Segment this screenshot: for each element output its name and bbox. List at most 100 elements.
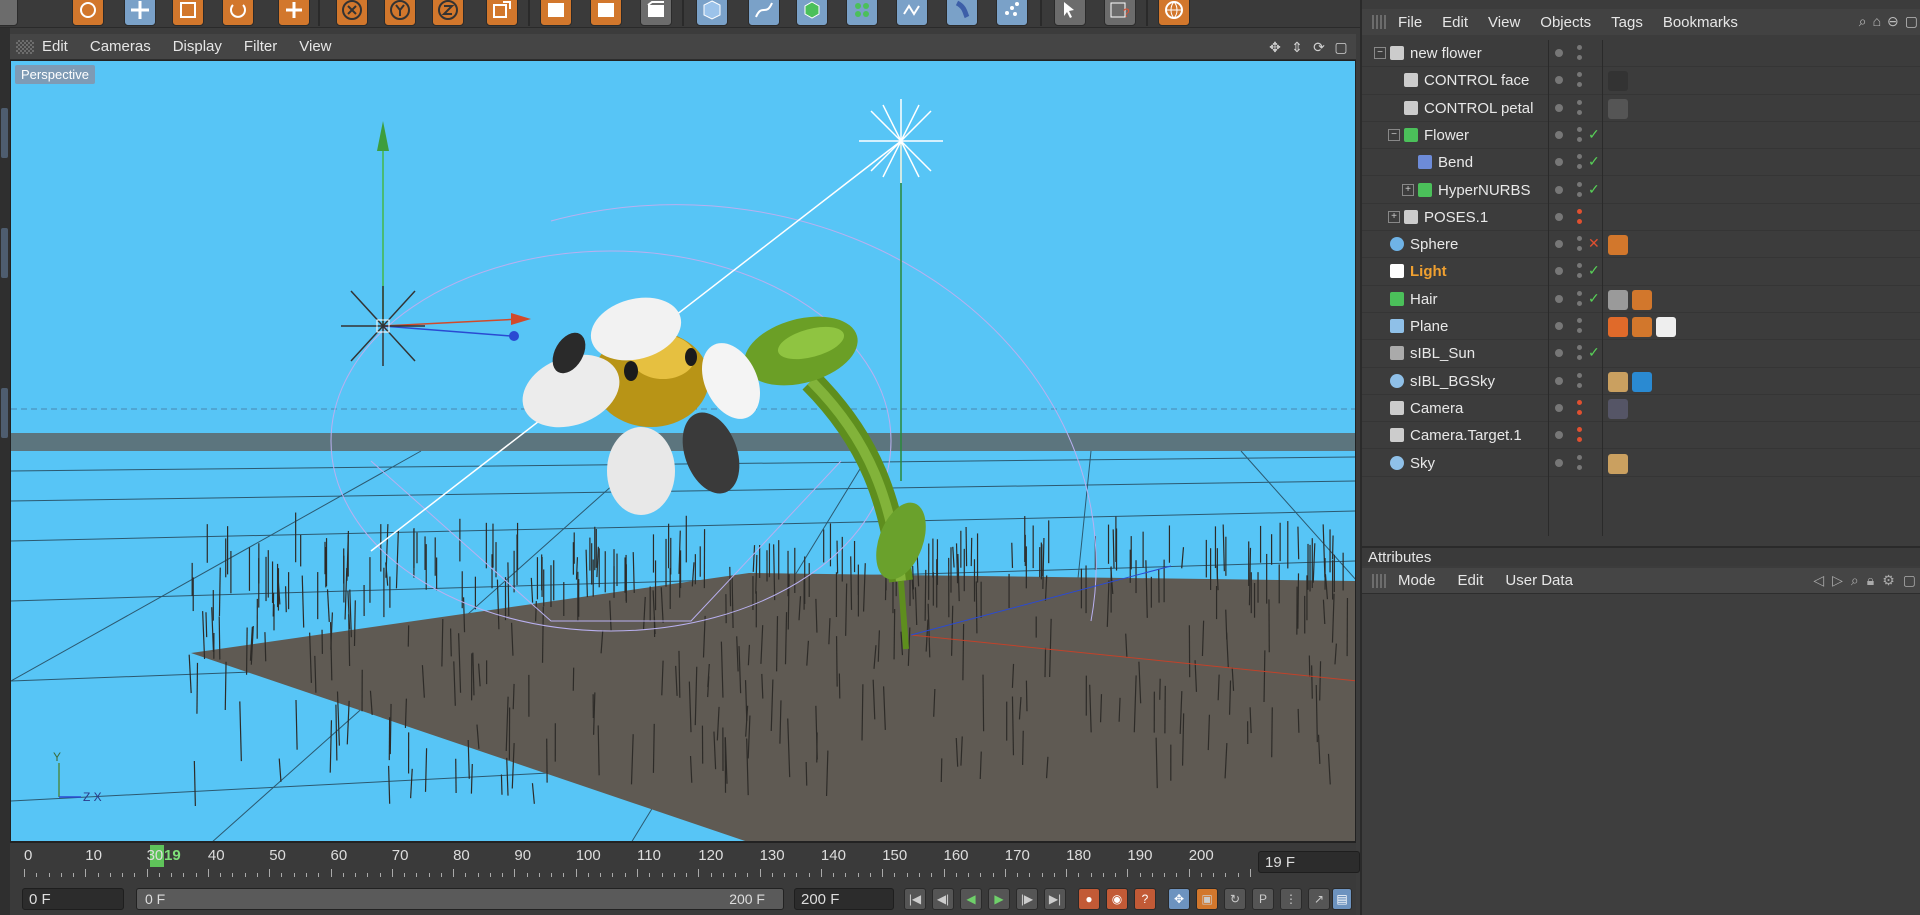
render-view-button[interactable] [540,0,572,26]
enabled-check-icon[interactable]: ✓ [1588,344,1600,361]
interpolation-button[interactable]: ↗ [1308,888,1330,910]
scale-button[interactable] [172,0,204,26]
enabled-check-icon[interactable]: ✓ [1588,181,1600,198]
visibility-dot[interactable] [1577,218,1582,224]
cube-button[interactable] [696,0,728,26]
menu-bookmarks[interactable]: Bookmarks [1663,14,1738,31]
visibility-dot[interactable] [1577,409,1582,415]
object-name[interactable]: Sphere [1410,236,1458,253]
visibility-dot[interactable] [1577,318,1582,323]
forward-icon[interactable]: ▷ [1832,572,1843,589]
object-tag-icon[interactable] [1608,317,1628,337]
object-tag-icon[interactable] [1608,398,1628,419]
end-frame-field[interactable]: 200 F [794,888,894,910]
visibility-dot[interactable] [1577,345,1582,351]
help-button[interactable]: ? [1104,0,1136,26]
object-tag-icon[interactable] [1608,371,1628,392]
object-tag-icon[interactable] [1608,453,1628,474]
object-tag-icon[interactable] [1632,317,1652,337]
visibility-dot[interactable] [1577,191,1582,197]
home-icon[interactable]: ⌂ [1873,13,1881,30]
layer-dot[interactable] [1555,240,1563,249]
render-settings-button[interactable] [640,0,672,26]
flower-head[interactable] [512,288,771,515]
visibility-dot[interactable] [1577,236,1582,242]
object-name[interactable]: Bend [1438,154,1473,171]
object-name[interactable]: HyperNURBS [1438,182,1531,199]
object-row[interactable]: − Flower ✓ [1362,122,1920,150]
settings-icon[interactable]: ⚙︎ [1882,572,1895,589]
undo-button[interactable] [0,0,18,26]
maximize-icon[interactable]: ▢ [1332,38,1350,56]
live-selection-button[interactable] [72,0,104,26]
play-forward-button[interactable]: ▶ [988,888,1010,910]
link-icon[interactable]: ⊖ [1887,13,1899,30]
visibility-dot[interactable] [1577,208,1582,214]
object-tag-icon[interactable] [1632,289,1652,310]
enabled-check-icon[interactable]: ✓ [1588,153,1600,170]
object-name[interactable]: sIBL_BGSky [1410,373,1495,390]
visibility-dot[interactable] [1577,164,1582,170]
menu-user-data[interactable]: User Data [1505,572,1573,589]
spline-pen-button[interactable] [748,0,780,26]
object-tag-icon[interactable] [1608,289,1628,310]
pla-key-button[interactable]: ⋮ [1280,888,1302,910]
pan-icon[interactable]: ✥ [1266,38,1284,56]
visibility-dot[interactable] [1577,55,1582,60]
panel-grip[interactable] [16,39,34,54]
visibility-dot[interactable] [1577,99,1582,105]
layer-dot[interactable] [1555,376,1563,385]
object-name[interactable]: Light [1410,263,1447,280]
enabled-check-icon[interactable]: ✓ [1588,262,1600,279]
move-button[interactable] [124,0,156,26]
visibility-dot[interactable] [1577,427,1582,433]
expand-icon[interactable]: + [1388,210,1400,223]
visibility-dot[interactable] [1577,154,1582,160]
y-axis-button[interactable] [384,0,416,26]
go-to-end-button[interactable]: ▶| [1044,888,1066,910]
object-name[interactable]: Sky [1410,455,1435,472]
nurbs-button[interactable] [796,0,828,26]
play-backward-button[interactable]: ◀ [960,888,982,910]
timeline-ruler[interactable]: 0 10 30 40 50 60 70 80 90 100 110 120 130 140 150 160 17… [24,845,1251,877]
layer-dot[interactable] [1555,349,1563,358]
layer-dot[interactable] [1555,49,1563,57]
light-gizmo[interactable] [341,121,531,366]
layer-dot[interactable] [1555,76,1563,85]
menu-file[interactable]: File [1398,14,1422,31]
object-row[interactable]: CONTROL face [1362,67,1920,95]
perspective-viewport[interactable]: Y Z X Perspective [10,60,1356,842]
object-tag-icon[interactable] [1632,371,1652,392]
back-icon[interactable]: ◁ [1813,572,1824,589]
visibility-dot[interactable] [1577,136,1582,142]
selection-button[interactable] [1054,0,1086,26]
object-name[interactable]: new flower [1410,45,1482,62]
object-tag-icon[interactable] [1656,317,1676,337]
object-row[interactable]: Camera.Target.1 [1362,422,1920,450]
visibility-dot[interactable] [1577,45,1582,50]
menu-edit[interactable]: Edit [42,38,68,55]
object-tag-icon[interactable] [1608,98,1628,119]
menu-edit[interactable]: Edit [1442,14,1468,31]
deformer-button[interactable] [896,0,928,26]
object-row[interactable]: sIBL_BGSky [1362,368,1920,395]
object-name[interactable]: POSES.1 [1424,209,1488,226]
record-button[interactable]: ● [1078,888,1100,910]
visibility-dot[interactable] [1577,126,1582,132]
object-row[interactable]: Sphere ✕ [1362,231,1920,259]
object-row[interactable]: Plane [1362,313,1920,341]
x-axis-button[interactable] [336,0,368,26]
disabled-cross-icon[interactable]: ✕ [1588,235,1600,252]
visibility-dot[interactable] [1577,72,1582,78]
preview-range-slider[interactable]: 0 F 200 F [136,888,784,910]
bend-button[interactable] [946,0,978,26]
new-window-icon[interactable]: ▢ [1903,572,1916,589]
object-name[interactable]: Camera.Target.1 [1410,427,1522,444]
enabled-check-icon[interactable]: ✓ [1588,126,1600,143]
object-row[interactable]: Bend ✓ [1362,149,1920,177]
sphere-button[interactable] [1158,0,1190,26]
object-name[interactable]: Hair [1410,291,1438,308]
visibility-dot[interactable] [1577,82,1582,88]
new-view-icon[interactable]: ▢ [1905,13,1918,30]
menu-mode[interactable]: Mode [1398,572,1436,589]
